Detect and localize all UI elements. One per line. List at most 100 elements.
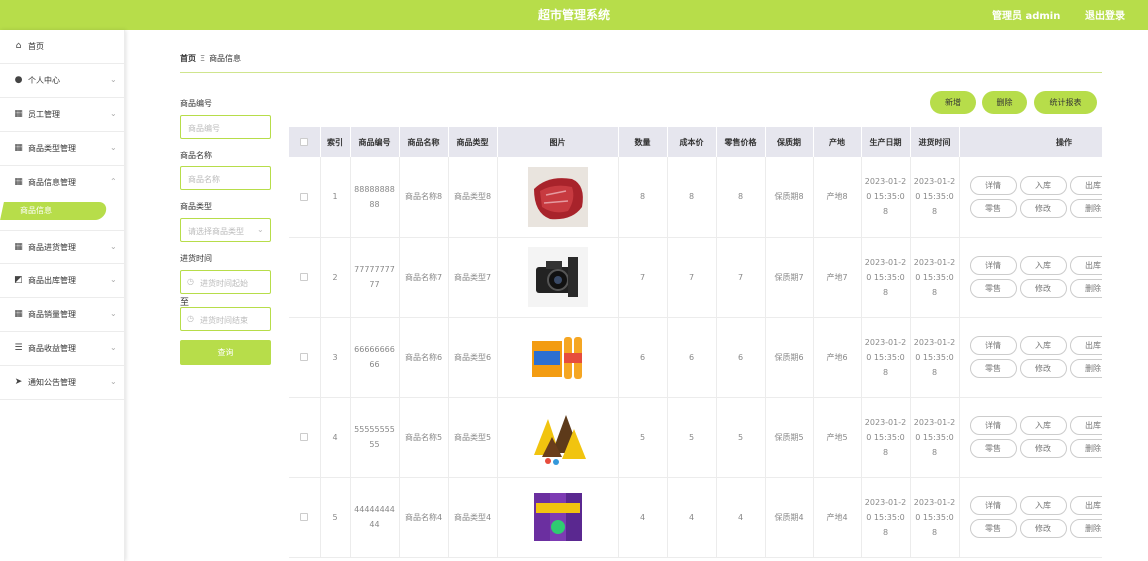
app-title: 超市管理系统 [537, 8, 610, 22]
detail-button[interactable]: 详情 [969, 175, 1017, 195]
edit-button[interactable]: 修改 [1019, 359, 1067, 378]
clock-icon: ◷ [187, 314, 194, 323]
cell-origin: 产地7 [813, 237, 862, 318]
table-row[interactable]: 3 6666666666 商品名称6 商品类型6 6 6 6 保质期6 产地6 2023-01-2… [289, 317, 1102, 398]
cell-cost: 8 [667, 157, 717, 238]
cell-retail-price: 6 [716, 317, 766, 398]
cell-shelf-life: 保质期8 [765, 157, 814, 238]
row-checkbox[interactable] [300, 513, 309, 521]
time-start-input[interactable]: ◷ 进货时间起始 [180, 270, 271, 294]
chevron-down-icon: ⌄ [257, 225, 264, 234]
stock-out-button[interactable]: 出库 [1069, 496, 1102, 515]
stock-in-button[interactable]: 入库 [1019, 175, 1067, 195]
edit-button[interactable]: 修改 [1019, 198, 1067, 218]
sidebar-item-profile[interactable]: ● 个人中心 ⌄ [0, 64, 125, 98]
retail-button[interactable]: 零售 [969, 359, 1017, 378]
row-checkbox[interactable] [300, 192, 309, 201]
sidebar-item-outbound[interactable]: ◩ 商品出库管理 ⌄ [0, 264, 125, 298]
logout-link[interactable]: 退出登录 [1085, 7, 1125, 22]
delete-row-button[interactable]: 删除 [1069, 359, 1102, 378]
retail-button[interactable]: 零售 [969, 279, 1017, 298]
table-header-row: 索引 商品编号 商品名称 商品类型 图片 数量 成本价 零售价格 保质期 产地 … [289, 127, 1102, 157]
time-start-placeholder: 进货时间起始 [200, 279, 248, 288]
retail-button[interactable]: 零售 [969, 519, 1017, 538]
table-row[interactable]: 1 8888888888 商品名称8 商品类型8 8 8 8 保质期8 产地8 2023-01-2… [289, 157, 1102, 238]
type-placeholder: 请选择商品类型 [188, 227, 244, 236]
sidebar-item-sales[interactable]: ▦ 商品销量管理 ⌄ [0, 298, 125, 332]
cell-production-date: 2023-01-20 15:35:08 [861, 477, 911, 558]
delete-button[interactable]: 删除 [982, 91, 1027, 114]
table-row[interactable]: 2 7777777777 商品名称7 商品类型7 7 7 7 保质期7 产地7 2023-01-2… [289, 237, 1102, 318]
add-button[interactable]: 新增 [930, 91, 976, 114]
breadcrumb-current: 商品信息 [209, 54, 242, 63]
delete-row-button[interactable]: 删除 [1069, 198, 1102, 218]
chevron-down-icon: ⌄ [110, 343, 117, 352]
product-table: 索引 商品编号 商品名称 商品类型 图片 数量 成本价 零售价格 保质期 产地 … [289, 127, 1102, 561]
sidebar-item-label: 商品类型管理 [28, 144, 76, 153]
sidebar-item-staff[interactable]: ▦ 员工管理 ⌄ [0, 98, 125, 132]
cell-quantity: 4 [618, 477, 668, 558]
stock-out-button[interactable]: 出库 [1069, 256, 1102, 275]
detail-button[interactable]: 详情 [969, 336, 1017, 355]
sidebar-item-product-info[interactable]: ▦ 商品信息管理 ⌃ [0, 166, 125, 200]
row-select-cell[interactable] [289, 397, 321, 478]
type-select[interactable]: 请选择商品类型 ⌄ [180, 218, 271, 242]
select-all-cell[interactable] [289, 127, 321, 157]
stock-out-button[interactable]: 出库 [1069, 336, 1102, 355]
stock-in-button[interactable]: 入库 [1019, 256, 1067, 275]
delete-row-button[interactable]: 删除 [1069, 519, 1102, 538]
grid-icon: ▦ [14, 143, 23, 153]
select-all-checkbox[interactable] [300, 138, 309, 146]
chevron-down-icon: ⌄ [110, 143, 117, 152]
list-icon: ☰ [14, 343, 23, 353]
active-indicator [0, 202, 108, 220]
row-checkbox[interactable] [300, 353, 309, 361]
sidebar-item-label: 员工管理 [28, 110, 60, 119]
stats-button[interactable]: 统计报表 [1034, 91, 1097, 114]
search-button[interactable]: 查询 [180, 340, 271, 365]
clock-icon: ◷ [187, 277, 194, 286]
retail-button[interactable]: 零售 [969, 439, 1017, 458]
grid-icon: ▦ [14, 242, 23, 252]
detail-button[interactable]: 详情 [969, 416, 1017, 435]
edit-button[interactable]: 修改 [1019, 279, 1067, 298]
sidebar: ⌂ 首页 ● 个人中心 ⌄ ▦ 员工管理 ⌄ ▦ 商品类型管理 ⌄ ▦ 商品信息… [0, 30, 125, 561]
stock-out-button[interactable]: 出库 [1069, 175, 1102, 195]
row-checkbox[interactable] [300, 433, 309, 441]
detail-button[interactable]: 详情 [969, 256, 1017, 275]
table-row[interactable]: 5 4444444444 商品名称4 商品类型4 4 4 4 保质期4 产地4 2023-01-2… [289, 477, 1102, 558]
column-header: 保质期 [765, 127, 814, 157]
delete-row-button[interactable]: 删除 [1069, 439, 1102, 458]
row-checkbox[interactable] [300, 273, 309, 281]
name-input[interactable]: 商品名称 [180, 166, 271, 190]
stock-in-button[interactable]: 入库 [1019, 496, 1067, 515]
stock-out-button[interactable]: 出库 [1069, 416, 1102, 435]
sidebar-item-notices[interactable]: ➤ 通知公告管理 ⌄ [0, 366, 125, 400]
row-select-cell[interactable] [289, 317, 321, 398]
stock-in-button[interactable]: 入库 [1019, 336, 1067, 355]
cell-retail-price: 7 [716, 237, 766, 318]
row-select-cell[interactable] [289, 477, 321, 558]
sidebar-item-home[interactable]: ⌂ 首页 [0, 30, 125, 64]
code-input[interactable]: 商品编号 [180, 115, 271, 139]
row-select-cell[interactable] [289, 157, 321, 238]
breadcrumb-home[interactable]: 首页 [180, 54, 196, 63]
cell-shelf-life: 保质期6 [765, 317, 814, 398]
cell-quantity: 6 [618, 317, 668, 398]
detail-button[interactable]: 详情 [969, 496, 1017, 515]
delete-row-button[interactable]: 删除 [1069, 279, 1102, 298]
sidebar-subitem-product-info[interactable]: 商品信息 [0, 200, 125, 222]
row-select-cell[interactable] [289, 237, 321, 318]
stock-in-button[interactable]: 入库 [1019, 416, 1067, 435]
time-end-input[interactable]: ◷ 进货时间结束 [180, 307, 271, 331]
edit-button[interactable]: 修改 [1019, 439, 1067, 458]
cell-image [497, 317, 619, 398]
sidebar-item-purchase[interactable]: ▦ 商品进货管理 ⌄ [0, 230, 125, 264]
sidebar-item-product-types[interactable]: ▦ 商品类型管理 ⌄ [0, 132, 125, 166]
table-row[interactable]: 4 5555555555 商品名称5 商品类型5 5 5 5 保质期5 产地5 2023-01-2… [289, 397, 1102, 478]
retail-button[interactable]: 零售 [969, 198, 1017, 218]
cell-index: 1 [320, 157, 351, 238]
column-header: 商品编号 [350, 127, 400, 157]
sidebar-item-revenue[interactable]: ☰ 商品收益管理 ⌄ [0, 332, 125, 366]
edit-button[interactable]: 修改 [1019, 519, 1067, 538]
